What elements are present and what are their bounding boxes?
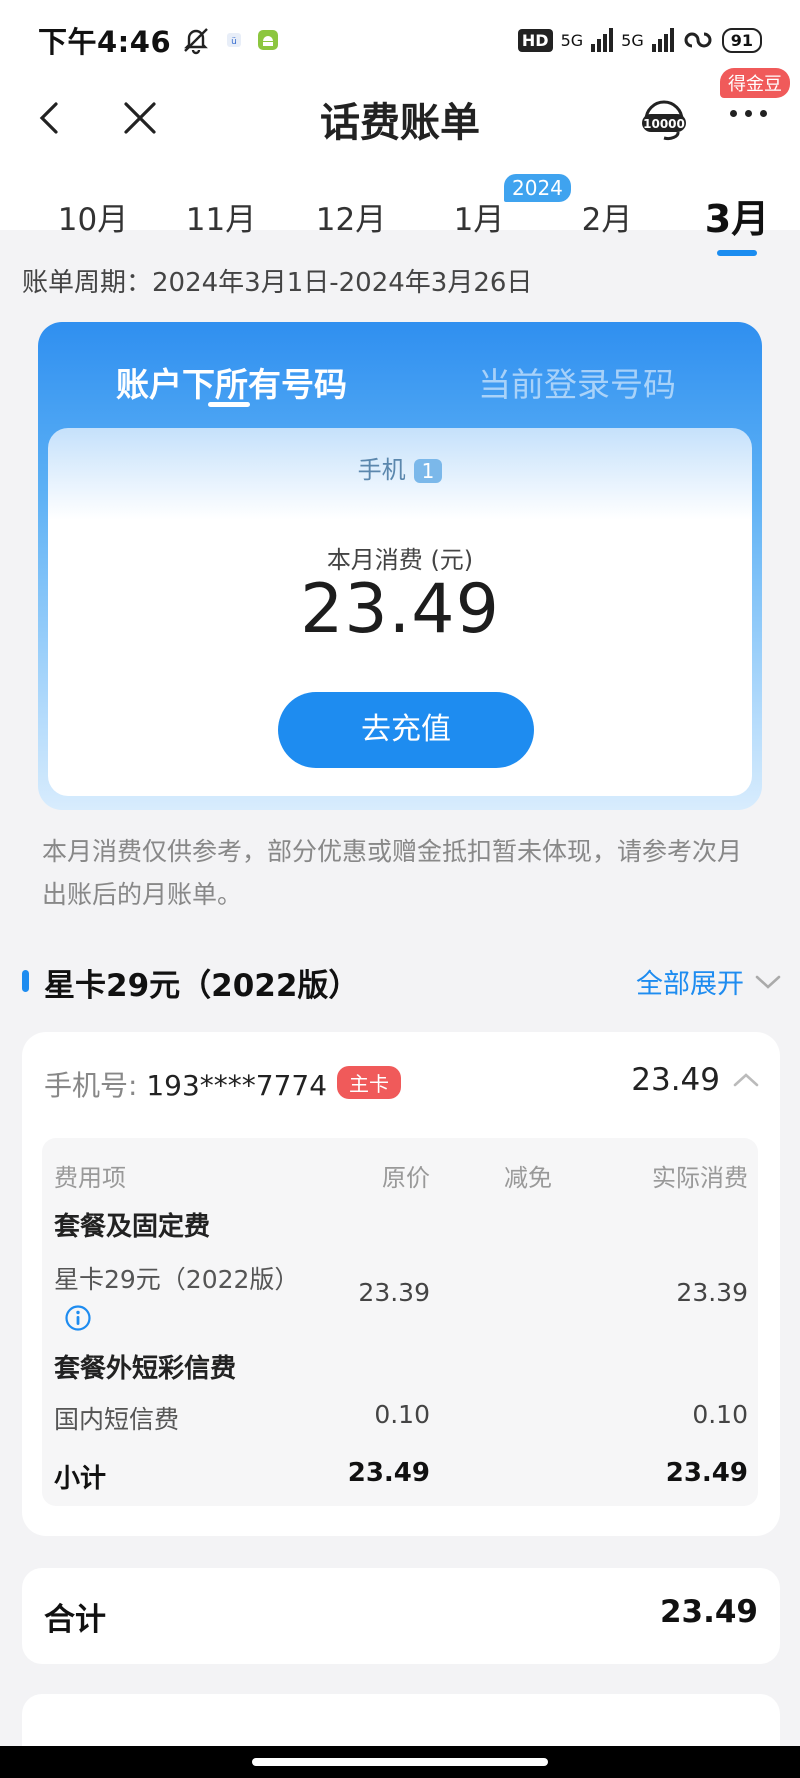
expand-all-button[interactable]: 全部展开 <box>636 962 782 1001</box>
fee-item-actual: 23.39 <box>676 1278 748 1307</box>
fee-category: 套餐外短彩信费 <box>54 1354 237 1384</box>
network-label-a: 5G <box>560 30 584 50</box>
column-header: 实际消费 <box>652 1164 748 1192</box>
phone-filter[interactable]: 手机 1 <box>48 450 752 485</box>
fee-item-name: 国内短信费 <box>54 1405 180 1434</box>
mute-bell-icon <box>184 28 209 55</box>
status-bar: 下午4:46 ü HD 5G 5G 91 <box>0 0 800 80</box>
plan-header: 星卡29元（2022版） 全部展开 <box>22 960 782 1010</box>
system-navigation-bar <box>0 1746 800 1778</box>
phone-detail-card: 手机号: 193****7774 主卡 23.49 费用项 原价 减免 实际消费 … <box>22 1032 780 1536</box>
plan-name: 星卡29元（2022版） <box>44 968 360 1004</box>
fee-table: 费用项 原价 减免 实际消费 套餐及固定费 星卡29元（2022版） 23.39… <box>42 1138 758 1506</box>
signal-icon <box>651 28 674 52</box>
phone-number-row: 手机号: 193****7774 主卡 <box>44 1064 402 1104</box>
battery-indicator: 91 <box>721 27 762 53</box>
svg-text:ü: ü <box>231 37 237 47</box>
recharge-button[interactable]: 去充值 <box>278 692 534 768</box>
year-badge: 2024 <box>504 174 571 202</box>
main-card-badge: 主卡 <box>337 1066 402 1099</box>
signal-icon <box>591 28 614 52</box>
tab-active-indicator <box>208 402 250 407</box>
subtotal-label: 小计 <box>54 1464 107 1494</box>
network-label-b: 5G <box>621 30 644 50</box>
home-indicator[interactable] <box>252 1758 548 1766</box>
gold-bean-badge[interactable]: 得金豆 <box>720 68 790 98</box>
spend-summary: 手机 1 本月消费 (元) 23.49 去充值 <box>48 428 752 796</box>
fee-category: 套餐及固定费 <box>54 1212 211 1242</box>
phone-number: 193****7774 <box>146 1069 328 1102</box>
fee-item-price: 23.39 <box>358 1278 430 1307</box>
fee-item-price: 0.10 <box>374 1400 430 1429</box>
subtotal-actual: 23.49 <box>665 1458 748 1488</box>
customer-service-icon[interactable]: 10000 <box>636 90 692 146</box>
fee-item-actual: 0.10 <box>692 1400 748 1429</box>
service-label: 10000 <box>643 117 685 131</box>
link-icon <box>684 32 712 48</box>
chevron-up-icon[interactable] <box>732 1070 760 1090</box>
phone-total: 23.49 <box>631 1062 720 1098</box>
more-menu-icon[interactable] <box>730 110 767 117</box>
android-app-icon <box>258 30 279 50</box>
status-time: 下午4:46 <box>38 25 172 59</box>
column-header: 减免 <box>504 1164 552 1192</box>
hd-icon: HD <box>517 28 553 52</box>
total-value: 23.49 <box>659 1594 758 1630</box>
account-summary-card: 账户下所有号码 当前登录号码 手机 1 本月消费 (元) 23.49 去充值 <box>38 322 762 810</box>
tab-all-numbers[interactable]: 账户下所有号码 <box>116 358 347 406</box>
app-notification-icon: ü <box>227 33 242 47</box>
month-spend-value: 23.49 <box>300 570 500 649</box>
total-card: 合计 23.49 <box>22 1568 780 1664</box>
fee-item-name: 星卡29元（2022版） <box>54 1265 300 1294</box>
section-marker <box>22 970 29 992</box>
billing-period: 账单周期：2024年3月1日-2024年3月26日 <box>22 268 533 298</box>
spend-notice: 本月消费仅供参考，部分优惠或赠金抵扣暂未体现，请参考次月出账后的月账单。 <box>42 837 743 909</box>
info-icon[interactable] <box>64 1304 92 1332</box>
subtotal-price: 23.49 <box>347 1458 430 1488</box>
column-header: 费用项 <box>54 1164 126 1192</box>
tab-current-number[interactable]: 当前登录号码 <box>478 358 676 406</box>
active-month-indicator <box>717 250 757 256</box>
tab-month-12[interactable]: 12月 <box>306 194 396 239</box>
tab-month-3[interactable]: 3月 <box>692 188 782 243</box>
column-header: 原价 <box>382 1164 430 1192</box>
tab-month-2[interactable]: 2月 <box>562 194 652 239</box>
tab-month-10[interactable]: 10月 <box>48 194 138 239</box>
tab-month-11[interactable]: 11月 <box>176 194 266 239</box>
phone-count-badge: 1 <box>413 459 443 483</box>
chevron-down-icon <box>755 975 781 989</box>
total-label: 合计 <box>44 1602 106 1638</box>
